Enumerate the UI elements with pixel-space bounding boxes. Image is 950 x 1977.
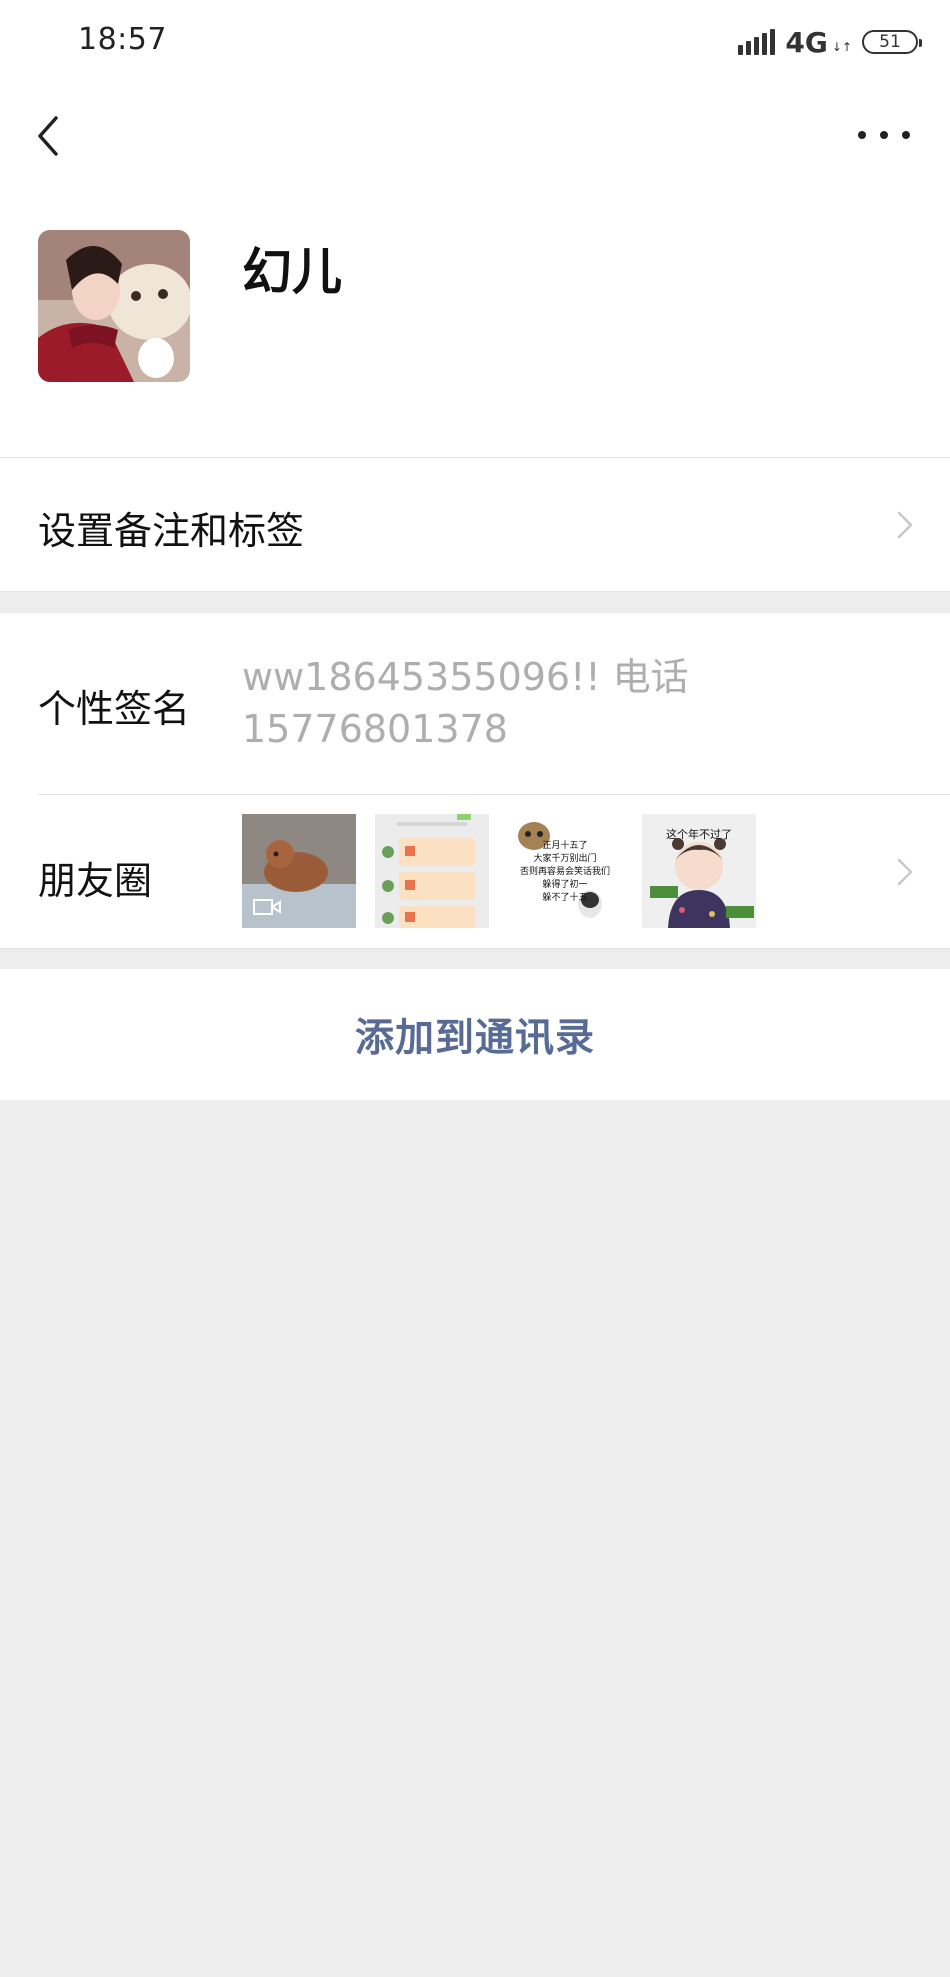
set-remark-label: 设置备注和标签 xyxy=(38,509,305,553)
moments-thumbnail: 这个年不过了 xyxy=(642,814,756,928)
avatar-image xyxy=(38,230,190,382)
set-remark-row[interactable]: 设置备注和标签 xyxy=(0,458,950,591)
battery-level: 51 xyxy=(879,32,901,52)
signal-icon xyxy=(738,29,776,55)
thumbnail-caption: 正月十五了 大家千万别出门 否则再容易会笑话我们 躲得了初一 躲不了十五 xyxy=(519,841,610,903)
more-button[interactable] xyxy=(858,120,910,150)
more-dots-icon xyxy=(858,131,866,139)
add-to-contacts-label: 添加到通讯录 xyxy=(354,1015,595,1061)
signature-label: 个性签名 xyxy=(38,687,191,731)
chevron-right-icon xyxy=(897,858,913,886)
thumbnail-caption: 这个年不过了 xyxy=(666,828,732,841)
header-area xyxy=(0,0,950,457)
moments-thumbnail: 正月十五了 大家千万别出门 否则再容易会笑话我们 躲得了初一 躲不了十五 xyxy=(508,814,622,928)
profile-name: 幻儿 xyxy=(242,243,342,301)
moments-label: 朋友圈 xyxy=(38,859,153,903)
battery-icon: 51 xyxy=(862,30,922,54)
moments-thumbnail xyxy=(375,814,489,928)
chevron-left-icon xyxy=(38,116,58,156)
signature-value: ww18645355096!! 电话 15776801378 xyxy=(242,655,689,751)
avatar[interactable] xyxy=(38,230,190,382)
data-arrows-icon: ↓↑ xyxy=(831,40,852,54)
status-time: 18:57 xyxy=(78,22,167,57)
add-to-contacts-button[interactable]: 添加到通讯录 xyxy=(0,969,950,1100)
divider xyxy=(0,948,950,949)
back-button[interactable] xyxy=(30,108,70,164)
chevron-right-icon xyxy=(897,511,913,539)
divider xyxy=(0,591,950,592)
moments-thumbnail xyxy=(242,814,356,928)
network-type: 4G xyxy=(785,25,828,59)
status-indicators: 4G ↓↑ 51 xyxy=(738,24,922,60)
